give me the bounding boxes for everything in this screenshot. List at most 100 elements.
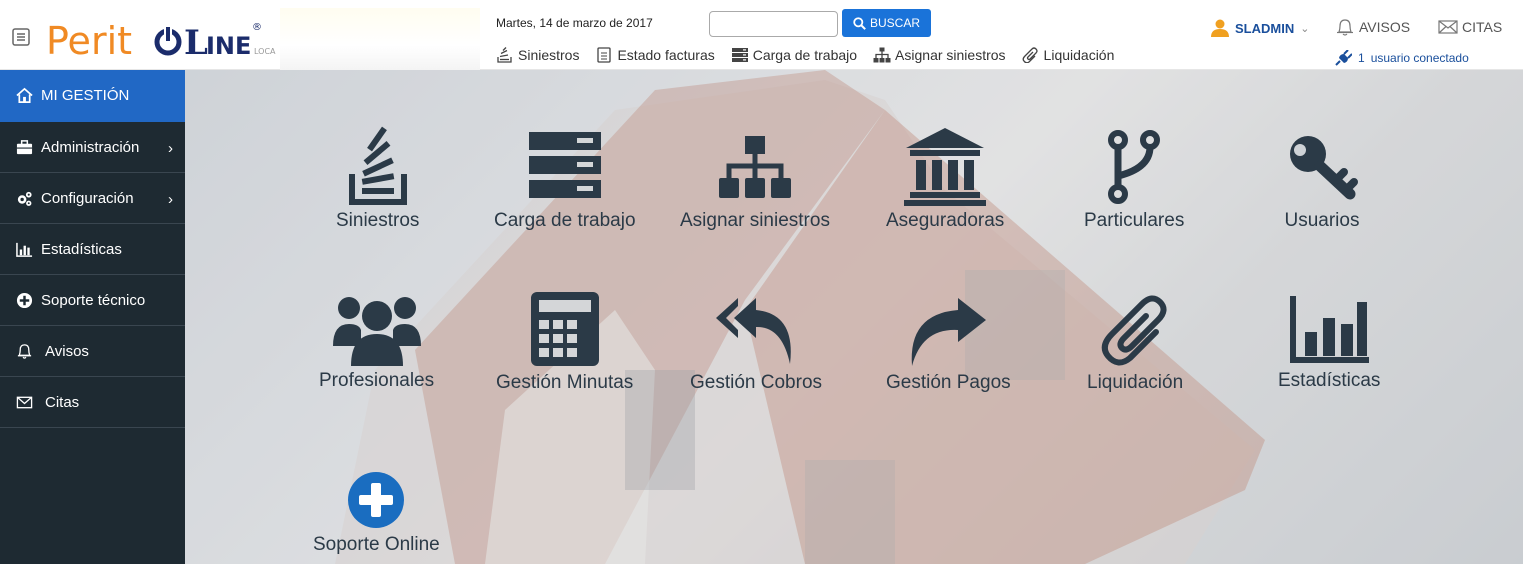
tile-label: Gestión Minutas bbox=[496, 372, 634, 393]
reply-all-icon bbox=[716, 298, 791, 364]
document-icon bbox=[597, 47, 612, 63]
user-name: SLADMIN bbox=[1235, 20, 1295, 36]
topnav-label: Carga de trabajo bbox=[752, 47, 858, 63]
svg-text:®: ® bbox=[252, 22, 262, 33]
tile-label: Estadísticas bbox=[1278, 370, 1381, 391]
tile-soporte-online[interactable]: Soporte Online bbox=[313, 470, 440, 556]
sidebar-item-label: Citas bbox=[45, 393, 80, 411]
sidebar-item-label: MI GESTIÓN bbox=[41, 87, 130, 104]
search-input[interactable] bbox=[709, 11, 838, 37]
sidebar-item-citas[interactable]: Citas bbox=[0, 377, 185, 428]
paperclip-icon bbox=[1101, 295, 1167, 366]
tile-gestion-minutas[interactable]: Gestión Minutas bbox=[496, 290, 633, 394]
share-icon bbox=[912, 298, 987, 366]
plus-circle-icon bbox=[16, 292, 33, 308]
topnav-label: Siniestros bbox=[518, 47, 580, 63]
sidebar-item-mi-gestion[interactable]: MI GESTIÓN bbox=[0, 70, 185, 122]
tile-liquidacion[interactable]: Liquidación bbox=[1087, 292, 1183, 394]
search-button-label: BUSCAR bbox=[869, 16, 920, 30]
tile-profesionales[interactable]: Profesionales bbox=[319, 290, 434, 392]
search-button[interactable]: BUSCAR bbox=[842, 9, 931, 37]
connected-text: usuario conectado bbox=[1370, 51, 1469, 65]
logo-decoration bbox=[280, 8, 480, 70]
tile-label: Soporte Online bbox=[313, 534, 440, 555]
connected-users: 1 usuario conectado bbox=[1334, 50, 1469, 66]
chevron-down-icon: ⌄ bbox=[1300, 22, 1310, 35]
tile-label: Gestión Pagos bbox=[886, 372, 1011, 393]
perito-line-logo: Perit L INE ® LOCA bbox=[46, 19, 276, 63]
gears-icon bbox=[17, 191, 32, 206]
plus-circle-icon bbox=[348, 472, 405, 528]
bar-chart-icon bbox=[1290, 296, 1370, 363]
chevron-right-icon: › bbox=[168, 140, 173, 157]
tile-estadisticas[interactable]: Estadísticas bbox=[1278, 294, 1380, 392]
sidebar-item-label: Administración bbox=[41, 138, 140, 156]
sitemap-icon bbox=[873, 47, 891, 63]
svg-text:INE: INE bbox=[206, 32, 251, 60]
logo: Perit L INE ® LOCA bbox=[46, 14, 276, 64]
sidebar-item-soporte-tecnico[interactable]: Soporte técnico bbox=[0, 275, 185, 326]
sidebar: MI GESTIÓN Administración › Configuració… bbox=[0, 70, 185, 564]
topnav-label: Asignar siniestros bbox=[895, 47, 1006, 63]
key-icon bbox=[1290, 136, 1358, 200]
server-icon bbox=[731, 48, 748, 62]
topnav-label: Liquidación bbox=[1043, 47, 1115, 63]
topnav-estado-facturas[interactable]: Estado facturas bbox=[595, 47, 715, 63]
bell-icon bbox=[1337, 19, 1353, 36]
sidebar-item-estadisticas[interactable]: Estadísticas bbox=[0, 224, 185, 275]
tile-gestion-cobros[interactable]: Gestión Cobros bbox=[690, 294, 822, 394]
top-header: Perit L INE ® LOCA Martes, 14 de marzo d… bbox=[0, 0, 1523, 70]
tile-label: Liquidación bbox=[1087, 372, 1184, 393]
envelope-icon bbox=[16, 396, 33, 408]
sidebar-item-avisos[interactable]: Avisos bbox=[0, 326, 185, 377]
topnav-liquidacion[interactable]: Liquidación bbox=[1022, 47, 1115, 63]
calculator-icon bbox=[530, 292, 599, 366]
plug-icon bbox=[1335, 50, 1352, 66]
tile-aseguradoras[interactable]: Aseguradoras bbox=[886, 124, 1004, 232]
topnav-label: Estado facturas bbox=[617, 47, 715, 63]
tile-label: Gestión Cobros bbox=[690, 372, 823, 393]
user-menu[interactable]: SLADMIN ⌄ bbox=[1211, 19, 1309, 37]
tile-particulares[interactable]: Particulares bbox=[1084, 128, 1184, 232]
paperclip-icon bbox=[1022, 47, 1038, 63]
svg-text:LOCA: LOCA bbox=[254, 47, 276, 56]
server-icon bbox=[528, 132, 601, 198]
connected-count: 1 bbox=[1358, 51, 1365, 65]
tile-usuarios[interactable]: Usuarios bbox=[1284, 128, 1360, 232]
tile-siniestros[interactable]: Siniestros bbox=[336, 126, 419, 232]
chevron-right-icon: › bbox=[168, 191, 173, 208]
bell-icon bbox=[17, 343, 32, 359]
avisos-link[interactable]: AVISOS bbox=[1335, 18, 1410, 36]
sitemap-icon bbox=[718, 136, 791, 198]
sidebar-item-label: Estadísticas bbox=[41, 240, 122, 258]
tile-label: Carga de trabajo bbox=[494, 210, 636, 231]
sidebar-item-configuracion[interactable]: Configuración › bbox=[0, 173, 185, 224]
stack-overflow-icon bbox=[348, 126, 407, 205]
sidebar-item-administracion[interactable]: Administración › bbox=[0, 122, 185, 173]
current-date: Martes, 14 de marzo de 2017 bbox=[496, 16, 653, 30]
user-icon bbox=[1211, 19, 1229, 37]
svg-text:Perit: Perit bbox=[46, 19, 132, 63]
sidebar-item-label: Configuración bbox=[41, 189, 134, 207]
topnav-asignar-siniestros[interactable]: Asignar siniestros bbox=[873, 47, 1006, 63]
tile-label: Siniestros bbox=[336, 210, 420, 231]
menu-toggle-icon[interactable] bbox=[11, 27, 31, 47]
tile-carga-de-trabajo[interactable]: Carga de trabajo bbox=[494, 128, 636, 232]
svg-text:L: L bbox=[184, 23, 208, 63]
top-nav: Siniestros Estado facturas Carga de trab… bbox=[496, 47, 1130, 63]
tile-label: Aseguradoras bbox=[886, 210, 1005, 231]
topnav-siniestros[interactable]: Siniestros bbox=[496, 47, 579, 63]
users-icon bbox=[332, 297, 421, 366]
tile-label: Usuarios bbox=[1284, 210, 1360, 231]
main-dashboard: Siniestros Carga de trabajo Asignar sini… bbox=[185, 70, 1523, 564]
tile-label: Asignar siniestros bbox=[680, 210, 830, 231]
citas-label: CITAS bbox=[1462, 19, 1503, 35]
code-fork-icon bbox=[1108, 130, 1161, 204]
tile-gestion-pagos[interactable]: Gestión Pagos bbox=[886, 294, 1011, 394]
topnav-carga-de-trabajo[interactable]: Carga de trabajo bbox=[731, 47, 857, 63]
tile-asignar-siniestros[interactable]: Asignar siniestros bbox=[680, 128, 830, 232]
tile-label: Particulares bbox=[1084, 210, 1185, 231]
sidebar-item-label: Avisos bbox=[45, 342, 89, 360]
home-icon bbox=[16, 87, 33, 103]
citas-link[interactable]: CITAS bbox=[1438, 18, 1502, 36]
